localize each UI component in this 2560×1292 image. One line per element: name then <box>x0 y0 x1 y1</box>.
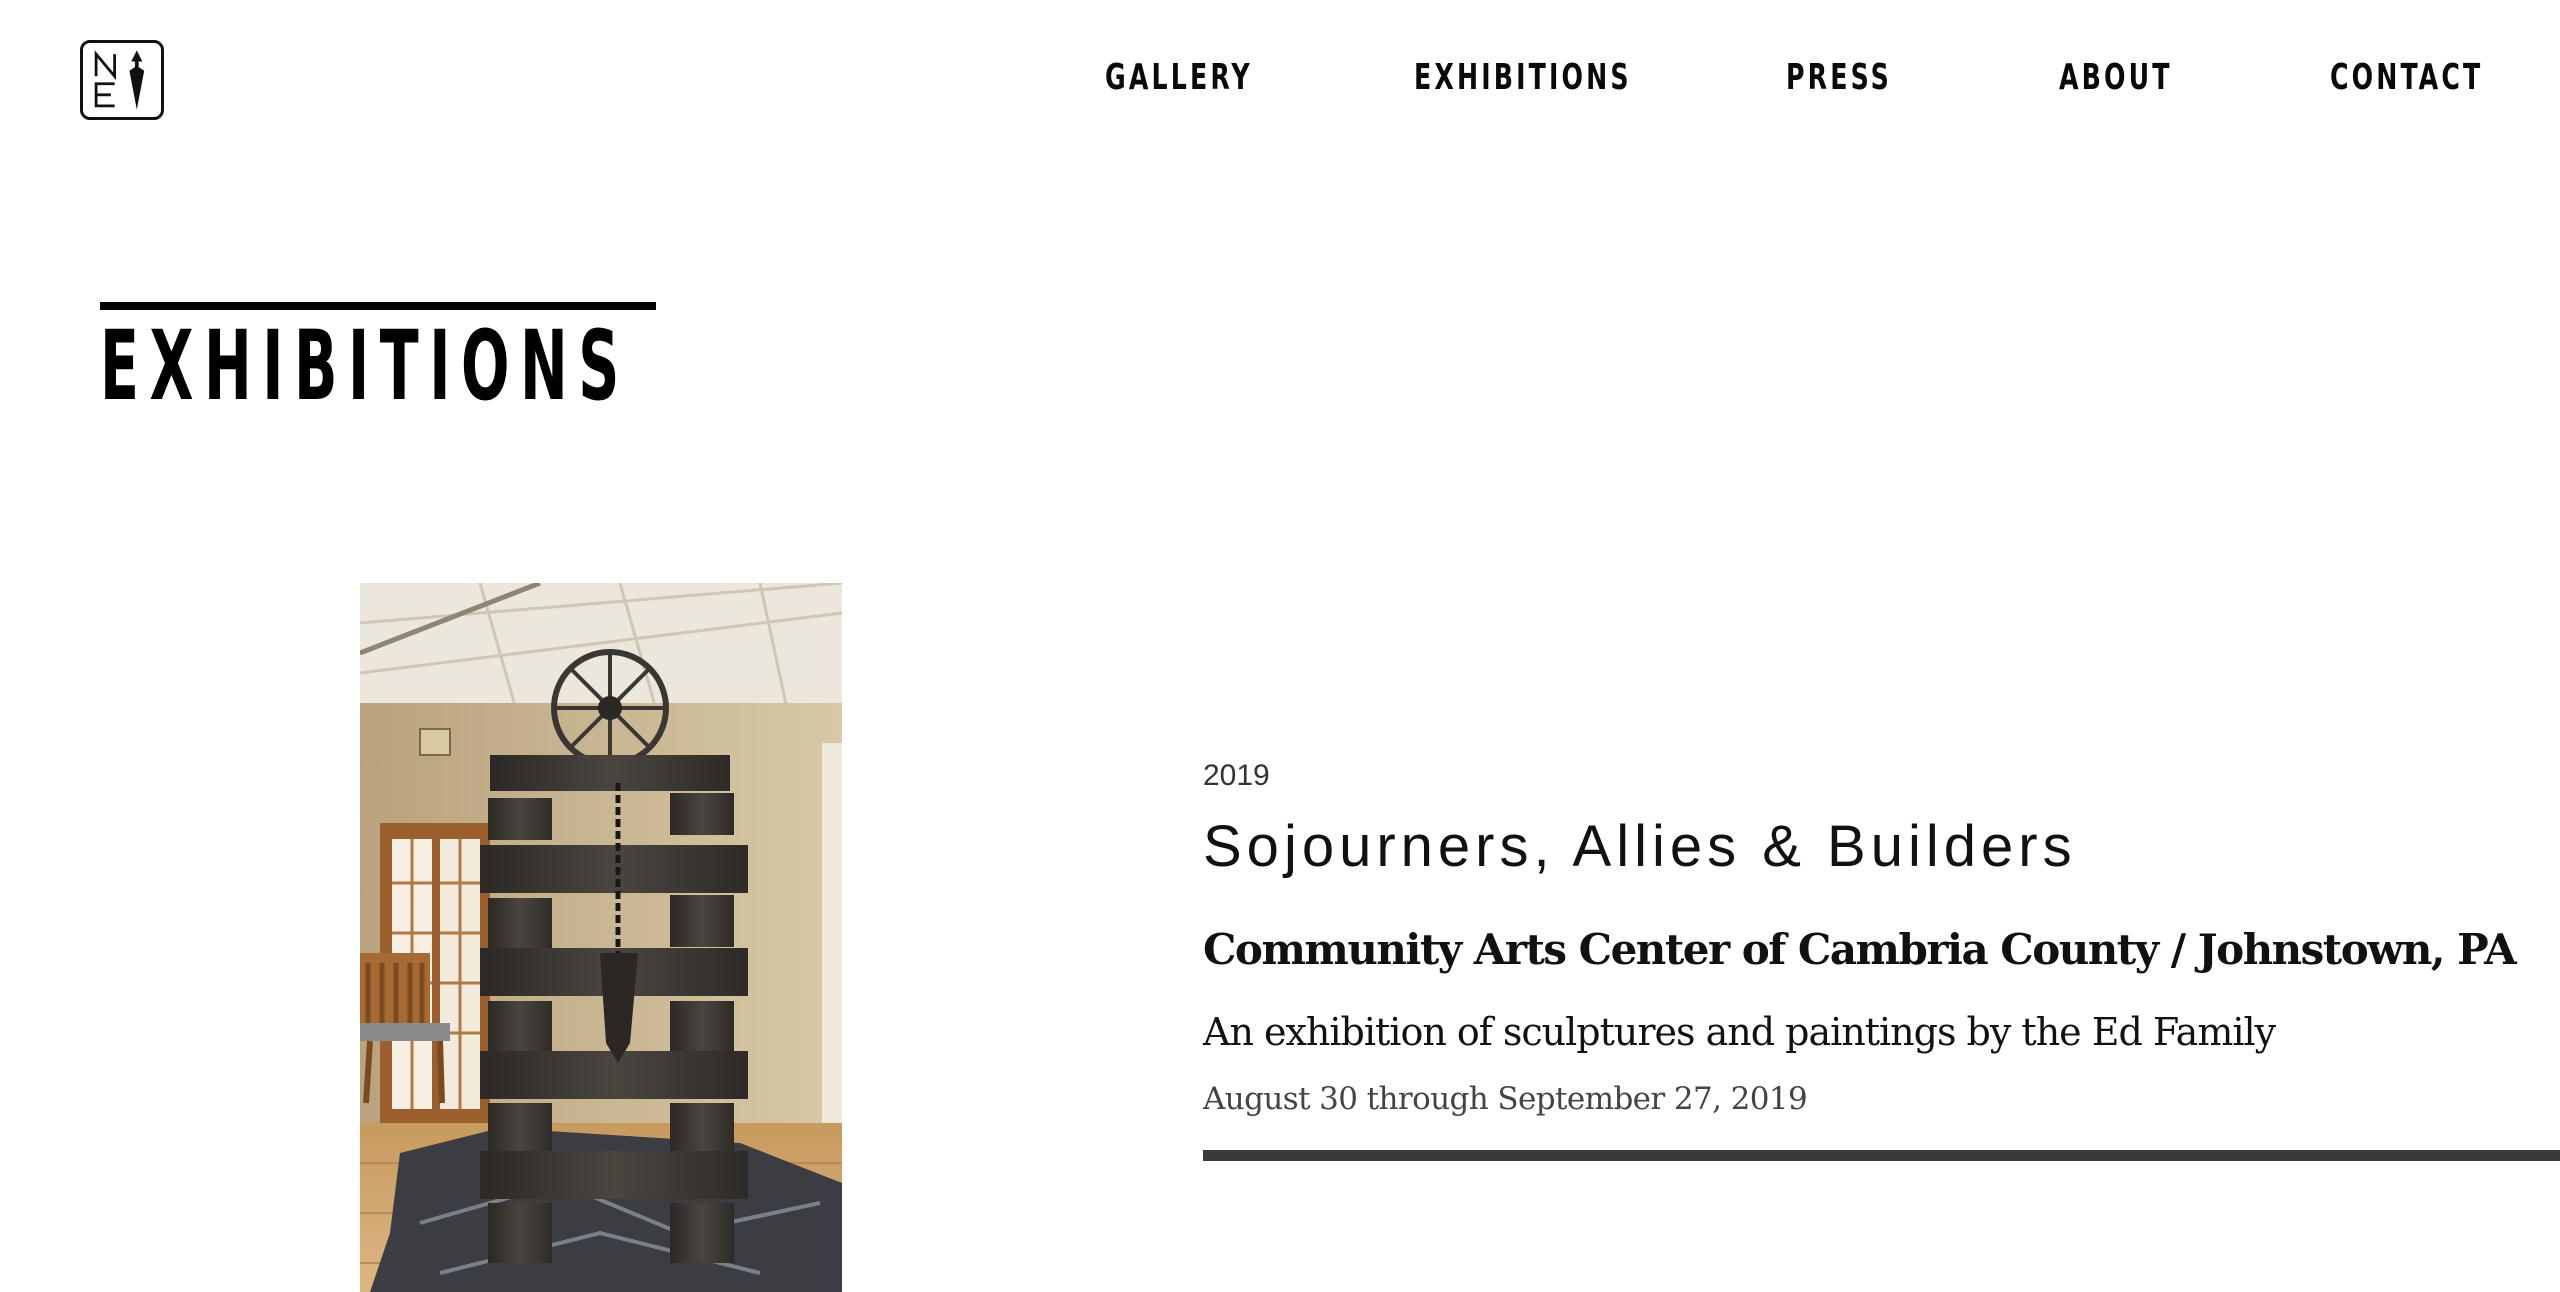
nav-about[interactable]: ABOUT <box>2059 56 2173 100</box>
exhibition-year: 2019 <box>1203 759 1270 792</box>
exhibition-title[interactable]: Sojourners, Allies & Builders <box>1203 812 2077 882</box>
nav-exhibitions[interactable]: EXHIBITIONS <box>1414 56 1632 100</box>
title-rule <box>100 302 656 310</box>
ne-logo[interactable] <box>80 40 164 120</box>
nav-press[interactable]: PRESS <box>1786 56 1892 100</box>
exhibition-image[interactable] <box>360 583 842 1292</box>
nav-contact[interactable]: CONTACT <box>2330 56 2483 100</box>
sculpture-photo <box>360 583 842 1292</box>
page: GALLERY EXHIBITIONS PRESS ABOUT CONTACT … <box>0 0 2560 1292</box>
page-title: EXHIBITIONS <box>100 310 630 422</box>
exhibition-dates: August 30 through September 27, 2019 <box>1203 1081 1808 1117</box>
exhibition-divider <box>1203 1150 2560 1161</box>
exhibition-venue: Community Arts Center of Cambria County … <box>1203 925 2517 974</box>
exhibition-description: An exhibition of sculptures and painting… <box>1203 1010 2276 1054</box>
ne-monogram-icon <box>94 50 145 110</box>
nav-gallery[interactable]: GALLERY <box>1105 56 1253 100</box>
